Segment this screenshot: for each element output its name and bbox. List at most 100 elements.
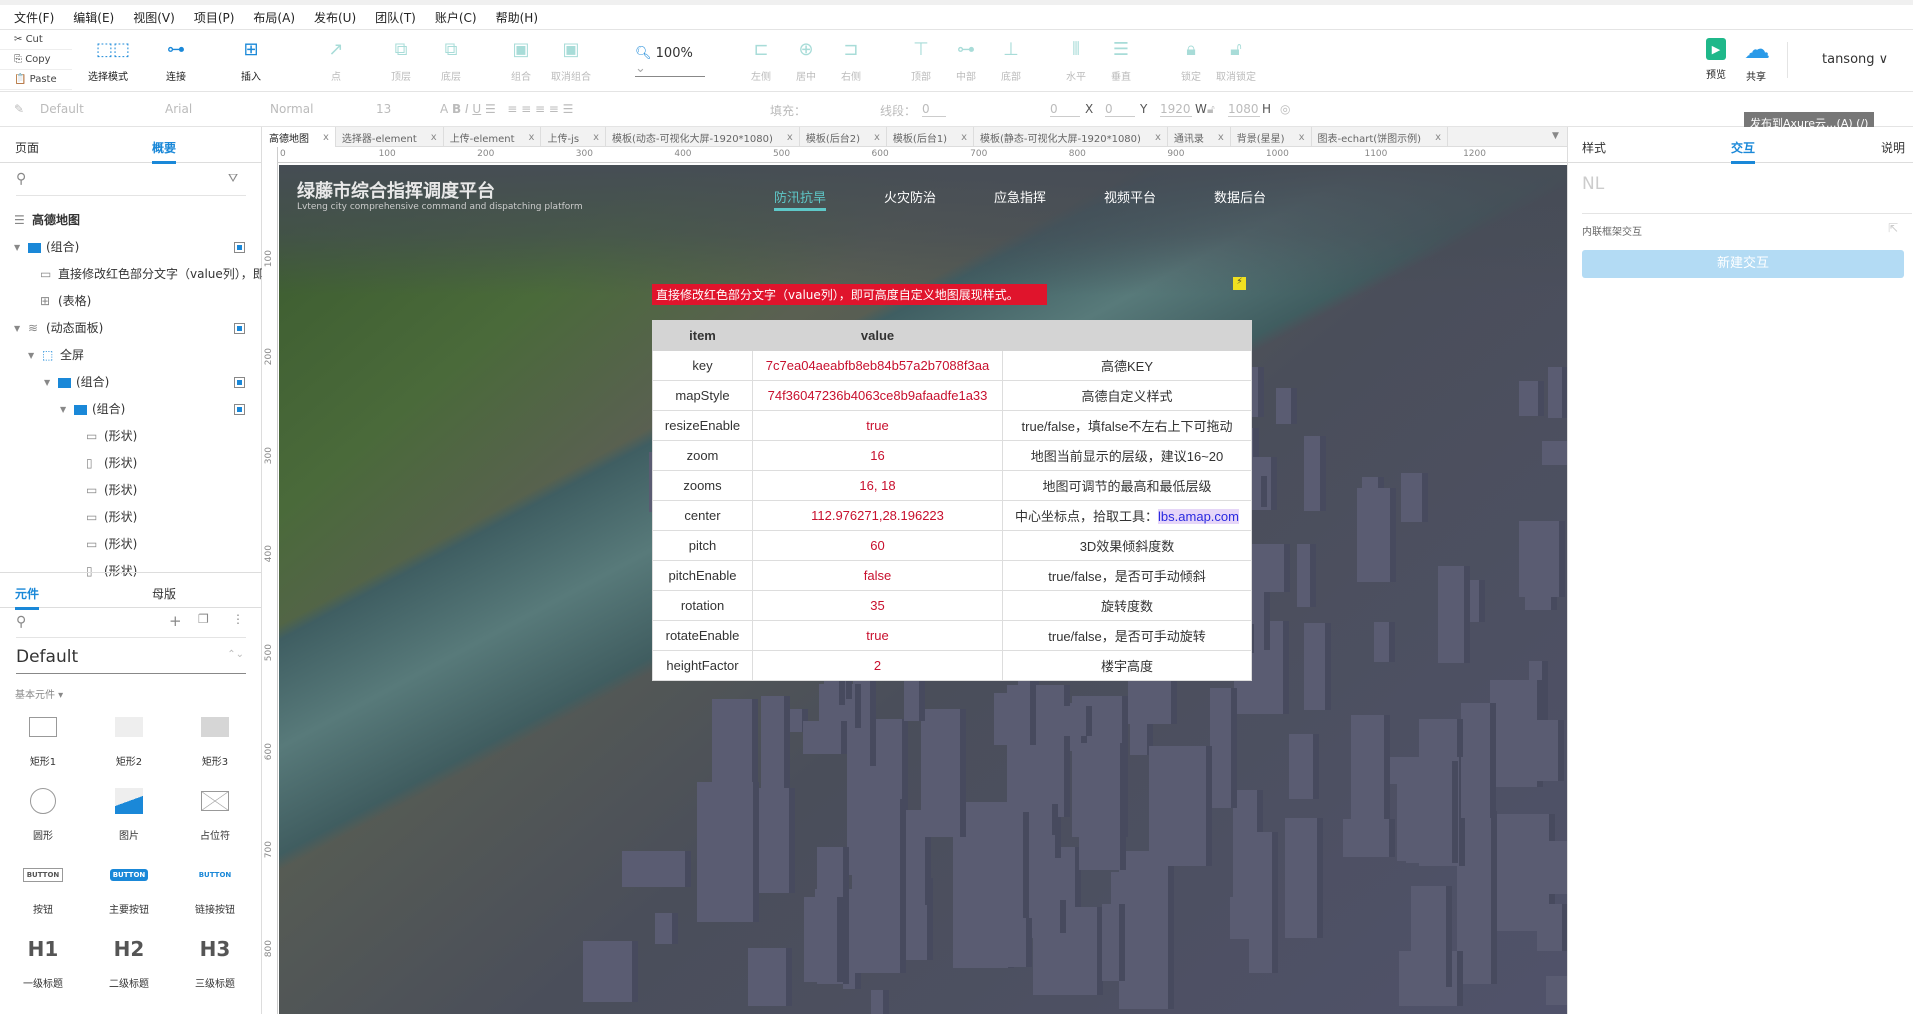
more-icon[interactable]: ⋮ [232, 612, 244, 626]
add-icon[interactable]: + [169, 612, 182, 630]
expand-icon[interactable]: ⇱ [1888, 221, 1898, 235]
style-select[interactable]: Default [40, 102, 84, 116]
copy-button[interactable]: ⎘ Copy [0, 50, 72, 70]
paste-button[interactable]: 📋 Paste [0, 70, 72, 90]
tab-interactions[interactable]: 交互 [1731, 139, 1756, 164]
group-button[interactable]: ▣ 组合 [495, 38, 547, 83]
user-menu[interactable]: tansong ∨ [1822, 52, 1888, 67]
tab-pages[interactable]: 页面 [15, 139, 39, 156]
close-icon[interactable]: x [961, 132, 967, 143]
visibility-checkbox[interactable] [234, 377, 245, 388]
close-icon[interactable]: x [1155, 132, 1161, 143]
design-canvas[interactable]: 绿藤市综合指挥调度平台 Lvteng city comprehensive co… [279, 165, 1567, 1014]
filter-icon[interactable]: ⛛ [228, 171, 238, 186]
tree-item[interactable]: ▼ (组合) [0, 396, 262, 423]
document-tab[interactable]: 模板(静态-可视化大屏-1920*1080) x [974, 127, 1168, 147]
w-input[interactable]: 1920 [1160, 102, 1192, 117]
close-icon[interactable]: x [1435, 132, 1441, 143]
zoom-select[interactable]: 🔍︎ 100% ⌄ [635, 46, 705, 77]
amap-link[interactable]: lbs.amap.com [1158, 509, 1239, 524]
widget-item[interactable]: BUTTON 主要按钮 [94, 855, 164, 916]
connect-button[interactable]: ⊶ 连接 [150, 38, 202, 83]
visibility-checkbox[interactable] [234, 404, 245, 415]
widget-item[interactable]: 图片 [94, 781, 164, 842]
y-input[interactable]: 0 [1105, 102, 1135, 117]
document-tab[interactable]: 模板(动态-可视化大屏-1920*1080) x [606, 127, 800, 147]
tree-item[interactable]: ▭ (形状) [0, 531, 262, 558]
document-tab[interactable]: 高德地图 x [263, 127, 336, 147]
tab-outline[interactable]: 概要 [152, 139, 177, 164]
dist-v-button[interactable]: ☰ 垂直 [1095, 38, 1147, 83]
tab-notes[interactable]: 说明 [1881, 139, 1905, 156]
close-icon[interactable]: x [529, 132, 535, 143]
tree-item[interactable]: ⊞ (表格) [0, 288, 262, 315]
widget-item[interactable]: BUTTON 按钮 [8, 855, 78, 916]
align-bottom-button[interactable]: ⊥ 底部 [985, 38, 1037, 83]
tabs-overflow-icon[interactable]: ▼ [1552, 131, 1559, 141]
widget-name-input[interactable]: NL [1582, 174, 1912, 214]
menu-item[interactable]: 发布(U) [314, 9, 356, 26]
document-tab[interactable]: 上传-js x [541, 127, 606, 147]
close-icon[interactable]: x [1218, 132, 1224, 143]
close-icon[interactable]: x [874, 132, 880, 143]
library-select[interactable]: Default ⌃⌄ [16, 647, 246, 674]
document-tab[interactable]: 模板(后台1) x [887, 127, 975, 147]
expand-arrow-icon[interactable]: ▼ [44, 369, 50, 396]
line-input[interactable]: 0 [922, 102, 946, 117]
x-input[interactable]: 0 [1050, 102, 1080, 117]
document-tab[interactable]: 图表-echart(饼图示例) x [1312, 127, 1448, 147]
widget-item[interactable]: 矩形1 [8, 707, 78, 768]
menu-item[interactable]: 编辑(E) [73, 9, 114, 26]
select-mode-button[interactable]: ⬚⬚ 选择模式 [82, 38, 134, 83]
nav-item[interactable]: 火灾防治 [884, 187, 936, 206]
visibility-checkbox[interactable] [234, 323, 245, 334]
tree-item[interactable]: ▭ 直接修改红色部分文字（value列），即可高度自定义地图展现样式。 [0, 261, 262, 288]
document-tab[interactable]: 选择器-element x [336, 127, 444, 147]
font-select[interactable]: Arial [165, 102, 192, 116]
tree-item[interactable]: ▼ ⬚ 全屏 [0, 342, 262, 369]
widget-item[interactable]: H2 二级标题 [94, 929, 164, 990]
menu-item[interactable]: 帮助(H) [496, 9, 538, 26]
menu-item[interactable]: 团队(T) [375, 9, 416, 26]
menu-item[interactable]: 账户(C) [435, 9, 477, 26]
new-interaction-button[interactable]: 新建交互 [1582, 250, 1904, 278]
tree-item[interactable]: ▭ (形状) [0, 477, 262, 504]
widget-item[interactable]: 矩形3 [180, 707, 250, 768]
share-button[interactable]: ☁ 共享 [1730, 37, 1782, 83]
widget-item[interactable]: BUTTON 链接按钮 [180, 855, 250, 916]
close-icon[interactable]: x [323, 132, 329, 143]
close-icon[interactable]: x [1299, 132, 1305, 143]
expand-arrow-icon[interactable]: ▼ [60, 396, 66, 423]
tab-style[interactable]: 样式 [1582, 139, 1606, 156]
windows-icon[interactable]: ❐ [198, 612, 209, 626]
tree-item[interactable]: ▭ (形状) [0, 504, 262, 531]
tree-item[interactable]: ▯ (形状) [0, 450, 262, 477]
widget-item[interactable]: 圆形 [8, 781, 78, 842]
visibility-icon[interactable]: ◎ [1280, 102, 1290, 116]
ungroup-button[interactable]: ▣ 取消组合 [545, 38, 597, 83]
menu-item[interactable]: 视图(V) [133, 9, 175, 26]
close-icon[interactable]: x [593, 132, 599, 143]
widget-item[interactable]: 矩形2 [94, 707, 164, 768]
document-tab[interactable]: 背景(星星) x [1231, 127, 1312, 147]
widget-item[interactable]: 占位符 [180, 781, 250, 842]
widget-item[interactable]: H1 一级标题 [8, 929, 78, 990]
tree-item[interactable]: ▭ (形状) [0, 423, 262, 450]
size-select[interactable]: 13 [376, 102, 391, 116]
menu-item[interactable]: 布局(A) [253, 9, 295, 26]
tree-item[interactable]: ☰ 高德地图 [0, 207, 262, 234]
top-layer-button[interactable]: ⧉ 顶层 [375, 38, 427, 83]
align-right-button[interactable]: ⊐ 右侧 [825, 38, 877, 83]
menu-item[interactable]: 项目(P) [194, 9, 235, 26]
close-icon[interactable]: x [431, 132, 437, 143]
nav-item[interactable]: 应急指挥 [994, 187, 1046, 206]
category-label[interactable]: 基本元件 ▾ [15, 686, 63, 701]
document-tab[interactable]: 上传-element x [444, 127, 542, 147]
expand-arrow-icon[interactable]: ▼ [28, 342, 34, 369]
point-button[interactable]: ↗ 点 [310, 38, 362, 83]
nav-item[interactable]: 防汛抗旱 [774, 187, 827, 211]
visibility-checkbox[interactable] [234, 242, 245, 253]
menu-item[interactable]: 文件(F) [14, 9, 54, 26]
widget-item[interactable]: H3 三级标题 [180, 929, 250, 990]
weight-select[interactable]: Normal [270, 102, 313, 116]
